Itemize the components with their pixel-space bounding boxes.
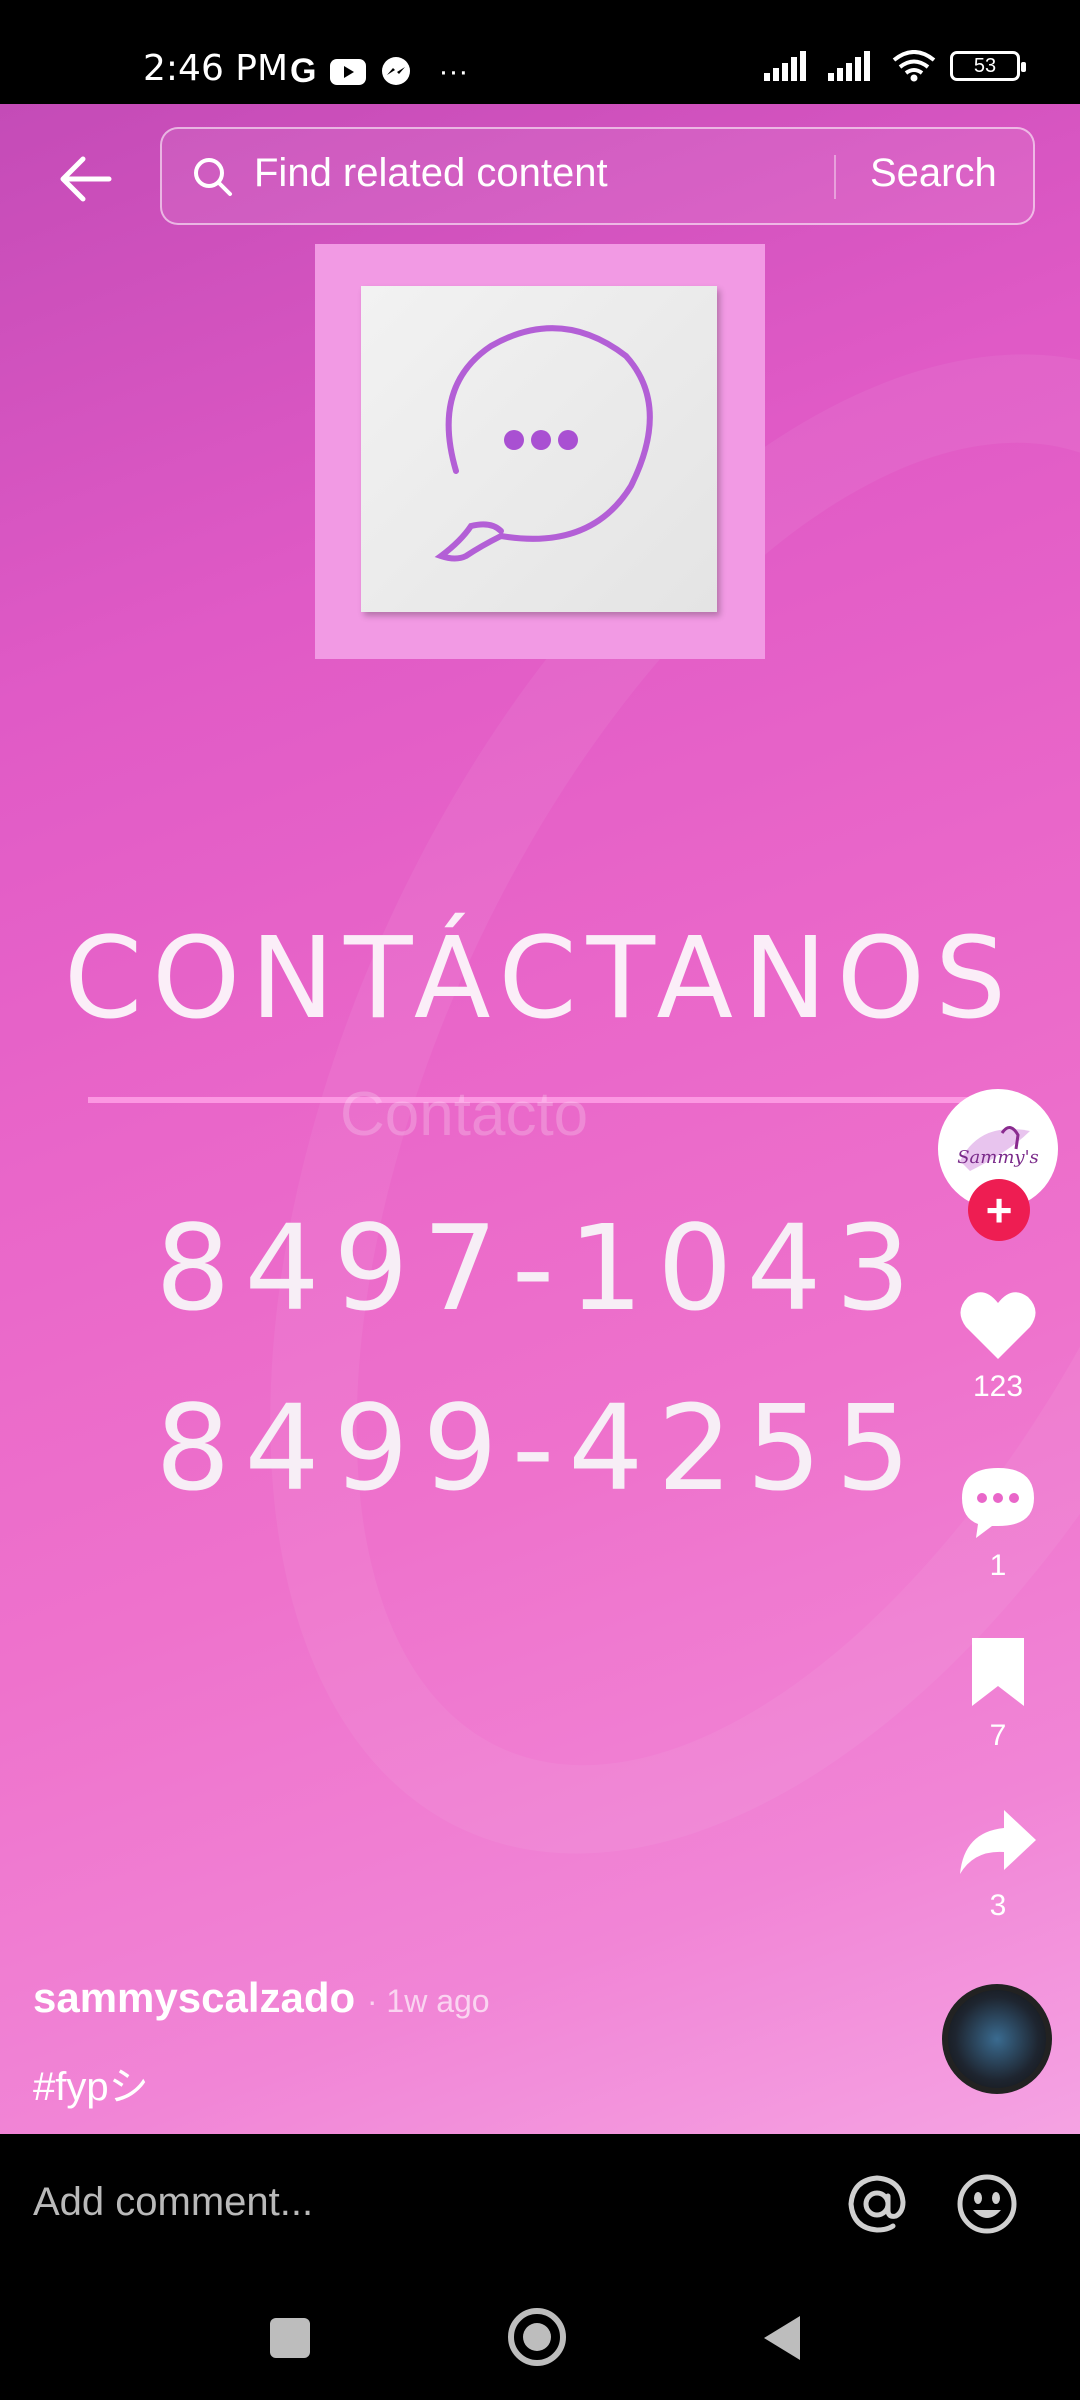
youtube-icon [330,58,367,85]
comment-action[interactable]: 1 [938,1464,1058,1583]
back-triangle-icon[interactable] [760,2314,804,2362]
battery-level: 53 [973,54,997,77]
share-action[interactable]: 3 [938,1804,1058,1923]
chat-bubble-icon [434,325,653,562]
top-bar: Find related content Search [0,104,1080,254]
follow-button[interactable]: + [968,1179,1030,1241]
status-app-icons: G ··· [290,52,468,91]
author-name[interactable]: sammyscalzado [33,1974,355,2021]
comment-count: 1 [989,1549,1007,1582]
post-author[interactable]: sammyscalzado · 1w ago [33,1974,490,2022]
search-icon [194,158,232,196]
messenger-icon [382,56,411,85]
contact-subheading: Contacto [340,1080,589,1149]
share-count: 3 [989,1889,1007,1922]
bookmark-icon [972,1638,1024,1706]
phone-number-1: 8497-1043 [155,1199,925,1337]
search-divider [834,155,836,199]
comment-input[interactable]: Add comment... [33,2180,313,2225]
video-player[interactable]: Find related content Search CONTÁCTANOS … [0,104,1080,2134]
chat-graphic-frame [315,244,765,659]
share-arrow-icon [960,1810,1036,1874]
like-count: 123 [972,1370,1024,1403]
google-icon: G [290,52,317,90]
home-button[interactable] [508,2308,566,2366]
back-button[interactable] [50,144,120,214]
search-button[interactable]: Search [870,151,997,196]
music-disc-icon[interactable] [942,1984,1052,2094]
signal-icon-2 [828,51,870,81]
chat-graphic-tile [361,286,717,612]
avatar-label: Sammy's [957,1147,1039,1168]
status-indicators: 53 [764,50,1026,82]
phone-number-2: 8499-4255 [155,1379,925,1517]
wifi-icon [892,50,936,82]
system-nav-bar [0,2274,1080,2400]
save-action[interactable]: 7 [938,1634,1058,1753]
recents-button[interactable] [270,2318,310,2358]
status-bar: 2:46 PM G ··· 53 [0,0,1080,104]
emoji-icon[interactable] [955,2172,1019,2236]
status-time: 2:46 PM [143,48,289,89]
comment-bar: Add comment... [0,2134,1080,2274]
search-bar[interactable]: Find related content Search [160,127,1035,225]
arrow-left-icon [60,156,112,202]
mention-icon[interactable] [845,2172,909,2236]
signal-icon [764,51,806,81]
post-caption[interactable]: #fypシ [33,2054,149,2112]
save-count: 7 [989,1719,1007,1752]
battery-icon: 53 [950,51,1026,81]
contact-heading: CONTÁCTANOS [63,914,1017,1044]
post-time: · 1w ago [366,1983,490,2019]
more-dots-icon: ··· [438,54,469,88]
comment-icon [962,1468,1034,1538]
search-input[interactable]: Find related content [254,151,608,196]
like-action[interactable]: 123 [938,1289,1058,1404]
heart-icon [960,1292,1036,1359]
